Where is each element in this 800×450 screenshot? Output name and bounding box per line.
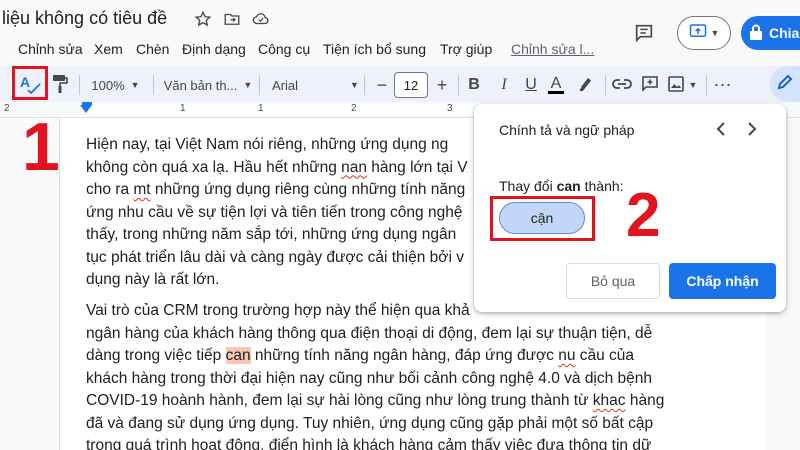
- text-line: khách hàng trong thời đại hiện nay cũng …: [86, 369, 653, 387]
- highlight-color-button[interactable]: [576, 73, 596, 97]
- menu-format[interactable]: Định dạng: [182, 41, 246, 57]
- toolbar-divider: [259, 75, 260, 95]
- toolbar-divider: [364, 75, 365, 95]
- present-icon: [689, 23, 707, 44]
- style-select[interactable]: Văn bản th... ▼: [162, 73, 254, 97]
- text-line: dàng trong việc tiếp can những tính năng…: [86, 347, 635, 364]
- panel-title: Chính tả và ngữ pháp: [499, 122, 635, 138]
- zoom-select[interactable]: 100% ▼: [88, 73, 143, 97]
- chevron-left-icon: [716, 119, 726, 142]
- highlighter-icon: [578, 75, 594, 96]
- style-value: Văn bản th...: [163, 77, 238, 93]
- more-horizontal-icon: ⋯: [713, 74, 733, 95]
- ruler-number: 1: [180, 103, 186, 114]
- step-2-label: 2: [626, 181, 661, 250]
- paint-roller-icon: [52, 74, 68, 97]
- left-indent-handle[interactable]: [80, 105, 92, 113]
- star-icon[interactable]: [193, 9, 213, 29]
- misspelled-term: can: [556, 178, 581, 194]
- add-comment-icon: [641, 75, 659, 96]
- insert-image-button[interactable]: ▼: [666, 73, 698, 97]
- menu-tools[interactable]: Công cụ: [258, 41, 310, 57]
- change-instruction: Thay đổi can thành:: [499, 178, 624, 194]
- menu-insert[interactable]: Chèn: [136, 41, 169, 57]
- step1-highlight-box: [12, 66, 48, 100]
- toolbar-divider: [605, 75, 606, 95]
- share-button[interactable]: Chia: [741, 16, 800, 50]
- menu-edit[interactable]: Chỉnh sửa: [18, 41, 83, 57]
- ruler-number: 2: [351, 103, 357, 114]
- chevron-down-icon: ▼: [710, 28, 720, 38]
- editing-mode-button[interactable]: [770, 66, 800, 102]
- link-icon: [612, 78, 632, 93]
- ruler-content-area: [88, 104, 473, 116]
- previous-suggestion-button[interactable]: [711, 118, 731, 142]
- bold-button[interactable]: B: [464, 73, 484, 97]
- toolbar-divider: [706, 75, 707, 95]
- add-comment-button[interactable]: [639, 73, 661, 97]
- caret-down-icon: ▼: [688, 80, 698, 90]
- caret-down-icon: ▼: [350, 80, 359, 90]
- ignore-button[interactable]: Bỏ qua: [566, 263, 660, 299]
- text-color-button[interactable]: A: [546, 73, 566, 97]
- suggestion-chip[interactable]: cận: [499, 202, 585, 234]
- accept-button[interactable]: Chấp nhận: [669, 263, 776, 299]
- paint-format-button[interactable]: [50, 73, 70, 97]
- font-value: Arial: [272, 77, 299, 93]
- paragraph-2[interactable]: Vai trò của CRM trong trường hợp này thể…: [86, 300, 674, 450]
- menu-addons[interactable]: Tiện ích bổ sung: [323, 41, 426, 57]
- more-options-button[interactable]: ⋯: [712, 73, 734, 97]
- share-label: Chia: [769, 25, 800, 41]
- misspelled-word: mt: [133, 181, 151, 198]
- text-color-letter: A: [550, 74, 562, 92]
- caret-down-icon: ▼: [130, 80, 140, 90]
- step-1-label: 1: [22, 109, 60, 185]
- insert-link-button[interactable]: [611, 73, 633, 97]
- misspelled-word: nan: [341, 158, 367, 176]
- comment-history-icon[interactable]: [633, 22, 655, 44]
- font-size-input[interactable]: 12: [394, 72, 428, 98]
- text-line: ngân hàng của khách hàng thông qua điện …: [86, 324, 653, 342]
- selected-misspelled-word: can: [225, 347, 251, 364]
- text-line: đã và đang sử dụng ứng dụng. Tuy nhiên, …: [86, 414, 654, 432]
- cloud-status-icon[interactable]: [251, 9, 271, 29]
- toolbar-divider: [458, 75, 459, 95]
- menu-view[interactable]: Xem: [94, 41, 123, 57]
- document-title[interactable]: liệu không có tiêu đề: [2, 8, 167, 29]
- decrease-font-button[interactable]: −: [374, 73, 390, 97]
- italic-button[interactable]: I: [494, 73, 514, 97]
- present-button[interactable]: ▼: [677, 16, 731, 50]
- increase-font-button[interactable]: +: [433, 73, 451, 97]
- last-edit-link[interactable]: Chỉnh sửa l...: [511, 41, 594, 57]
- caret-down-icon: ▼: [243, 80, 253, 90]
- lock-icon: [749, 24, 763, 43]
- text-color-swatch: [548, 90, 564, 94]
- folder-move-icon[interactable]: [222, 9, 242, 29]
- zoom-value: 100%: [91, 77, 125, 93]
- next-suggestion-button[interactable]: [742, 118, 762, 142]
- text-line: trong quá trình hoạt động, điển hình là …: [86, 437, 652, 450]
- menu-help[interactable]: Trợ giúp: [440, 41, 492, 57]
- font-select[interactable]: Arial ▼: [272, 73, 366, 97]
- chevron-right-icon: [747, 119, 757, 142]
- toolbar-divider: [79, 75, 80, 95]
- misspelled-word: khac: [592, 392, 626, 409]
- text-line: COVID-19 hoành hành, đem lại sự hài lòng…: [86, 392, 665, 409]
- underline-button[interactable]: U: [521, 73, 541, 97]
- misspelled-word: nu: [558, 347, 576, 364]
- ruler-number: 3: [447, 103, 453, 114]
- ruler-number: 2: [4, 103, 10, 114]
- pencil-icon: [777, 74, 793, 95]
- image-icon: [667, 75, 685, 96]
- toolbar-divider: [153, 75, 154, 95]
- ruler-number: 1: [258, 103, 264, 114]
